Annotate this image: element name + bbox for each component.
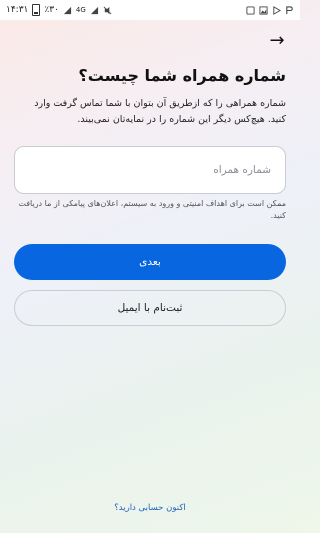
status-bar: ۱۴:۳۱ ٪۳۰ 4G	[0, 0, 300, 20]
page-title: شماره همراه شما چیست؟	[78, 66, 286, 85]
image-icon	[259, 5, 268, 15]
signup-with-email-button[interactable]: ثبت‌نام با ایمیل	[14, 290, 286, 326]
phone-number-input[interactable]	[14, 146, 286, 194]
back-arrow-icon[interactable]: →	[266, 30, 288, 52]
screenshot-icon	[246, 5, 255, 15]
status-right	[246, 5, 294, 15]
wifi-icon	[90, 6, 98, 14]
page-description: شماره همراهی را که ازطریق آن بتوان با شم…	[34, 98, 286, 125]
signal-icon	[63, 6, 71, 14]
sms-helper-text: ممکن است برای اهداف امنیتی و ورود به سیس…	[18, 199, 286, 220]
have-account-link[interactable]: اکنون حسابی دارید؟	[0, 503, 300, 513]
status-left: ۱۴:۳۱ ٪۳۰ 4G	[6, 4, 112, 16]
play-store-icon	[273, 5, 281, 15]
mute-icon	[103, 6, 112, 14]
next-button[interactable]: بعدی	[14, 244, 286, 280]
time-text: ۱۴:۳۱	[6, 5, 29, 15]
app-icon	[286, 5, 293, 14]
battery-text: ٪۳۰	[44, 5, 59, 15]
network-text: 4G	[75, 6, 86, 14]
battery-icon	[32, 4, 41, 16]
